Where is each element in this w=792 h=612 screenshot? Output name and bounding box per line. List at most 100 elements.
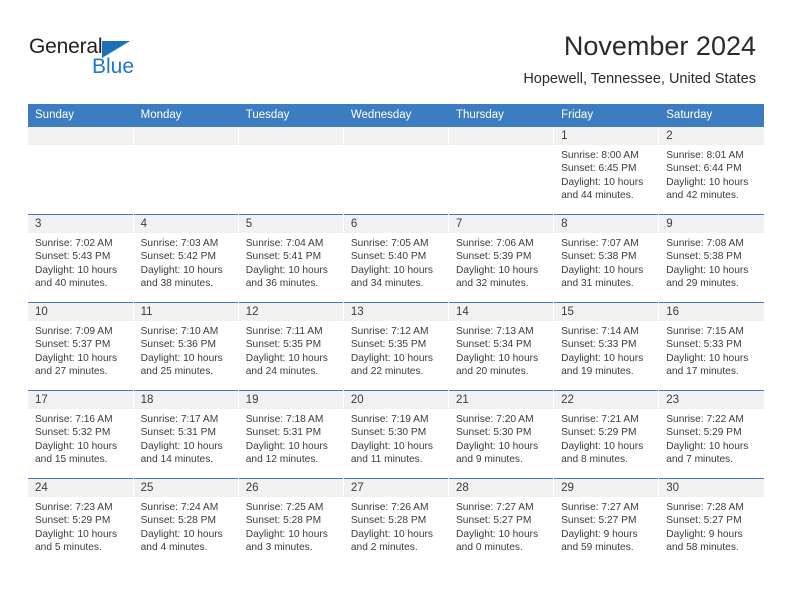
calendar-day-cell[interactable]: 6 Sunrise: 7:05 AM Sunset: 5:40 PM Daylight… (343, 214, 450, 303)
calendar-day-cell[interactable]: 23 Sunrise: 7:22 AM Sunset: 5:29 PM Dayligh… (658, 390, 764, 479)
calendar-day-cell[interactable]: 20 Sunrise: 7:19 AM Sunset: 5:30 PM Dayligh… (343, 390, 450, 479)
sunset-time: Sunset: 5:39 PM (456, 251, 532, 263)
day-number: 5 (238, 215, 343, 233)
day-number: 21 (449, 391, 554, 409)
calendar-day-cell[interactable]: 29 Sunrise: 7:27 AM Sunset: 5:27 PM Dayligh… (553, 478, 660, 566)
general-blue-logo[interactable]: General Blue (29, 36, 169, 84)
sunrise-time: Sunrise: 7:27 AM (456, 502, 534, 513)
daylight-duration-line2: and 38 minutes. (140, 278, 214, 290)
day-cell-inner: 2 Sunrise: 8:01 AM Sunset: 6:44 PM Daylight… (659, 127, 764, 214)
day-number: 24 (28, 479, 133, 497)
calendar-day-cell[interactable]: 9 Sunrise: 7:08 AM Sunset: 5:38 PM Daylight… (658, 214, 764, 303)
day-number: 11 (133, 303, 238, 321)
day-number: 27 (343, 479, 448, 497)
calendar-day-cell[interactable]: 2 Sunrise: 8:01 AM Sunset: 6:44 PM Daylight… (658, 126, 764, 215)
day-cell-details: Sunrise: 7:20 AM Sunset: 5:30 PM Daylight:… (449, 409, 553, 467)
calendar-week-row: 17 Sunrise: 7:16 AM Sunset: 5:32 PM Dayligh… (28, 390, 764, 479)
calendar-day-cell[interactable]: 12 Sunrise: 7:11 AM Sunset: 5:35 PM Dayligh… (238, 302, 344, 391)
day-cell-inner: 20 Sunrise: 7:19 AM Sunset: 5:30 PM Dayligh… (343, 391, 448, 478)
calendar-day-cell[interactable]: 17 Sunrise: 7:16 AM Sunset: 5:32 PM Dayligh… (28, 390, 134, 479)
calendar-day-cell[interactable]: 8 Sunrise: 7:07 AM Sunset: 5:38 PM Daylight… (553, 214, 660, 303)
day-number: 8 (554, 215, 659, 233)
daylight-duration-line1: Daylight: 10 hours (561, 176, 644, 188)
sunrise-time: Sunrise: 7:26 AM (350, 502, 429, 513)
day-number: 28 (449, 479, 554, 497)
day-number: 22 (554, 391, 659, 409)
day-cell-inner: 14 Sunrise: 7:13 AM Sunset: 5:34 PM Dayligh… (449, 303, 554, 390)
sunrise-time: Sunrise: 7:20 AM (456, 414, 534, 425)
calendar-day-cell-empty (28, 126, 134, 215)
calendar-day-cell[interactable]: 14 Sunrise: 7:13 AM Sunset: 5:34 PM Dayligh… (448, 302, 555, 391)
daylight-duration-line2: and 14 minutes. (140, 454, 214, 466)
daylight-duration-line2: and 36 minutes. (245, 278, 319, 290)
day-cell-details: Sunrise: 7:22 AM Sunset: 5:29 PM Daylight:… (659, 409, 764, 467)
day-cell-inner: 16 Sunrise: 7:15 AM Sunset: 5:33 PM Dayligh… (659, 303, 764, 390)
calendar-week-row: 1 Sunrise: 8:00 AM Sunset: 6:45 PM Daylight… (28, 126, 764, 215)
day-cell-inner: 23 Sunrise: 7:22 AM Sunset: 5:29 PM Dayligh… (659, 391, 764, 478)
sunrise-time: Sunrise: 7:17 AM (140, 414, 219, 425)
day-cell-inner: 24 Sunrise: 7:23 AM Sunset: 5:29 PM Dayligh… (28, 479, 133, 566)
calendar-day-cell-empty (448, 126, 555, 215)
daylight-duration-line1: Daylight: 10 hours (35, 440, 118, 452)
sunset-time: Sunset: 5:28 PM (140, 515, 216, 527)
day-cell-details: Sunrise: 8:00 AM Sunset: 6:45 PM Daylight:… (554, 145, 658, 203)
sunrise-time: Sunrise: 7:06 AM (456, 238, 534, 249)
sunset-time: Sunset: 6:44 PM (666, 163, 742, 175)
day-cell-inner: 9 Sunrise: 7:08 AM Sunset: 5:38 PM Daylight… (659, 215, 764, 302)
daylight-duration-line2: and 4 minutes. (140, 542, 208, 554)
daylight-duration-line1: Daylight: 9 hours (666, 528, 743, 540)
day-cell-details: Sunrise: 7:06 AM Sunset: 5:39 PM Daylight:… (449, 233, 553, 291)
calendar-day-cell[interactable]: 16 Sunrise: 7:15 AM Sunset: 5:33 PM Dayligh… (658, 302, 764, 391)
calendar-day-cell[interactable]: 30 Sunrise: 7:28 AM Sunset: 5:27 PM Dayligh… (658, 478, 764, 566)
calendar-body: 1 Sunrise: 8:00 AM Sunset: 6:45 PM Daylight… (28, 126, 764, 566)
day-cell-details: Sunrise: 7:23 AM Sunset: 5:29 PM Daylight:… (28, 497, 133, 555)
calendar-day-cell-empty (238, 126, 344, 215)
day-cell-inner: 30 Sunrise: 7:28 AM Sunset: 5:27 PM Dayligh… (659, 479, 764, 566)
daylight-duration-line2: and 7 minutes. (666, 454, 734, 466)
calendar-day-cell[interactable]: 28 Sunrise: 7:27 AM Sunset: 5:27 PM Dayligh… (448, 478, 555, 566)
day-cell-inner (343, 127, 448, 214)
sunset-time: Sunset: 5:29 PM (35, 515, 111, 527)
sunset-time: Sunset: 5:28 PM (350, 515, 427, 527)
sunrise-time: Sunrise: 7:16 AM (35, 414, 113, 425)
daylight-duration-line2: and 20 minutes. (456, 366, 529, 378)
calendar-day-cell[interactable]: 15 Sunrise: 7:14 AM Sunset: 5:33 PM Dayligh… (553, 302, 660, 391)
daylight-duration-line1: Daylight: 10 hours (350, 264, 433, 276)
day-number: 16 (659, 303, 764, 321)
daylight-duration-line1: Daylight: 10 hours (666, 440, 749, 452)
daylight-duration-line2: and 5 minutes. (35, 542, 102, 554)
calendar-day-cell[interactable]: 5 Sunrise: 7:04 AM Sunset: 5:41 PM Daylight… (238, 214, 344, 303)
calendar-day-cell[interactable]: 11 Sunrise: 7:10 AM Sunset: 5:36 PM Dayligh… (133, 302, 239, 391)
day-cell-details: Sunrise: 7:27 AM Sunset: 5:27 PM Daylight:… (554, 497, 658, 555)
day-number: 19 (238, 391, 343, 409)
day-number: 14 (449, 303, 554, 321)
sunset-time: Sunset: 5:29 PM (666, 427, 742, 439)
calendar-day-cell[interactable]: 7 Sunrise: 7:06 AM Sunset: 5:39 PM Daylight… (448, 214, 555, 303)
sunrise-time: Sunrise: 8:01 AM (666, 150, 744, 161)
calendar-day-cell[interactable]: 26 Sunrise: 7:25 AM Sunset: 5:28 PM Dayligh… (238, 478, 344, 566)
calendar-day-cell[interactable]: 10 Sunrise: 7:09 AM Sunset: 5:37 PM Dayligh… (28, 302, 134, 391)
sunset-time: Sunset: 5:31 PM (245, 427, 322, 439)
calendar-day-cell[interactable]: 25 Sunrise: 7:24 AM Sunset: 5:28 PM Dayligh… (133, 478, 239, 566)
calendar-day-cell[interactable]: 27 Sunrise: 7:26 AM Sunset: 5:28 PM Dayligh… (343, 478, 450, 566)
sunrise-time: Sunrise: 7:09 AM (35, 326, 113, 337)
day-cell-inner (28, 127, 133, 214)
calendar-day-cell[interactable]: 21 Sunrise: 7:20 AM Sunset: 5:30 PM Dayligh… (448, 390, 555, 479)
day-number: 30 (659, 479, 764, 497)
calendar-day-cell[interactable]: 18 Sunrise: 7:17 AM Sunset: 5:31 PM Dayligh… (133, 390, 239, 479)
day-cell-inner: 1 Sunrise: 8:00 AM Sunset: 6:45 PM Daylight… (554, 127, 659, 214)
calendar-day-cell[interactable]: 19 Sunrise: 7:18 AM Sunset: 5:31 PM Dayligh… (238, 390, 344, 479)
calendar-day-cell[interactable]: 4 Sunrise: 7:03 AM Sunset: 5:42 PM Daylight… (133, 214, 239, 303)
calendar-day-cell[interactable]: 24 Sunrise: 7:23 AM Sunset: 5:29 PM Dayligh… (28, 478, 134, 566)
calendar-day-cell[interactable]: 22 Sunrise: 7:21 AM Sunset: 5:29 PM Dayligh… (553, 390, 660, 479)
day-cell-inner: 29 Sunrise: 7:27 AM Sunset: 5:27 PM Dayligh… (554, 479, 659, 566)
day-cell-details: Sunrise: 7:21 AM Sunset: 5:29 PM Daylight:… (554, 409, 658, 467)
sunrise-time: Sunrise: 7:11 AM (245, 326, 323, 337)
page-header: General Blue November 2024 Hopewell, Ten… (0, 0, 792, 104)
daylight-duration-line1: Daylight: 9 hours (561, 528, 638, 540)
day-cell-details: Sunrise: 7:19 AM Sunset: 5:30 PM Daylight:… (344, 409, 448, 467)
calendar-day-cell[interactable]: 1 Sunrise: 8:00 AM Sunset: 6:45 PM Daylight… (553, 126, 660, 215)
calendar-day-cell[interactable]: 3 Sunrise: 7:02 AM Sunset: 5:43 PM Daylight… (28, 214, 134, 303)
day-number: 15 (554, 303, 659, 321)
calendar-day-cell[interactable]: 13 Sunrise: 7:12 AM Sunset: 5:35 PM Dayligh… (343, 302, 450, 391)
